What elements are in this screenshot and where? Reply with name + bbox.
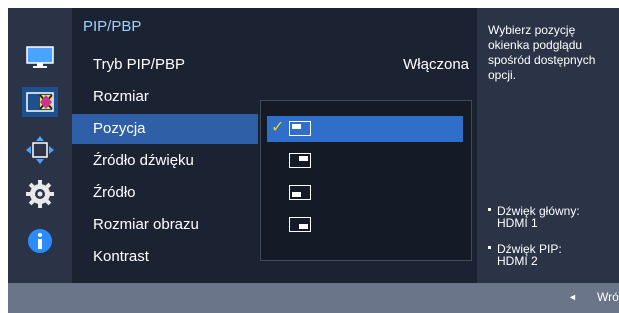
monitor-icon[interactable] (22, 42, 58, 72)
menu-item-label: Źródło dźwięku (93, 152, 194, 169)
option-bottom-right[interactable] (267, 212, 463, 238)
help-panel: Wybierz pozycję okienka podglądu spośród… (477, 8, 619, 283)
move-icon[interactable] (22, 135, 58, 165)
pip-top-left-icon (289, 121, 311, 136)
info-main-sound: Dźwięk główny: HDMI 1 (488, 205, 616, 229)
menu-item-label: Pozycja (93, 120, 146, 137)
bullet-icon (488, 246, 491, 250)
back-arrow-icon[interactable]: ◄ (568, 292, 577, 302)
osd-window: PIP/PBP Tryb PIP/PBP Włączona Rozmiar Po… (8, 8, 619, 313)
menu-item-position[interactable]: Pozycja (72, 114, 258, 144)
menu-item-label: Rozmiar (93, 88, 149, 105)
option-bottom-left[interactable] (267, 180, 463, 206)
info-pip-sound: Dźwięk PIP: HDMI 2 (488, 243, 616, 267)
pip-bottom-right-icon (289, 217, 311, 232)
gear-icon[interactable] (22, 179, 58, 209)
info-value: HDMI 1 (497, 216, 538, 230)
menu-item-value: Włączona (403, 56, 469, 73)
info-icon[interactable] (22, 226, 58, 256)
option-top-right[interactable] (267, 148, 463, 174)
menu-item-label: Tryb PIP/PBP (93, 56, 185, 73)
position-options-popup: ✓ (260, 100, 472, 261)
option-top-left[interactable]: ✓ (267, 116, 463, 142)
category-rail (8, 8, 72, 283)
bottom-bar: ◄ Wró (8, 283, 619, 313)
check-icon: ✓ (271, 117, 285, 136)
menu-item-label: Źródło (93, 184, 136, 201)
menu-item-pip-pbp-mode[interactable]: Tryb PIP/PBP Włączona (72, 50, 477, 80)
color-icon[interactable] (22, 87, 58, 117)
menu-item-label: Kontrast (93, 248, 149, 265)
info-value: HDMI 2 (497, 254, 538, 268)
bullet-icon (488, 208, 491, 212)
pip-bottom-left-icon (289, 185, 311, 200)
menu-title: PIP/PBP (83, 18, 142, 35)
menu-item-label: Rozmiar obrazu (93, 216, 199, 233)
help-description: Wybierz pozycję okienka podglądu spośród… (488, 23, 596, 82)
pip-top-right-icon (289, 153, 311, 168)
back-label[interactable]: Wró (597, 290, 619, 304)
